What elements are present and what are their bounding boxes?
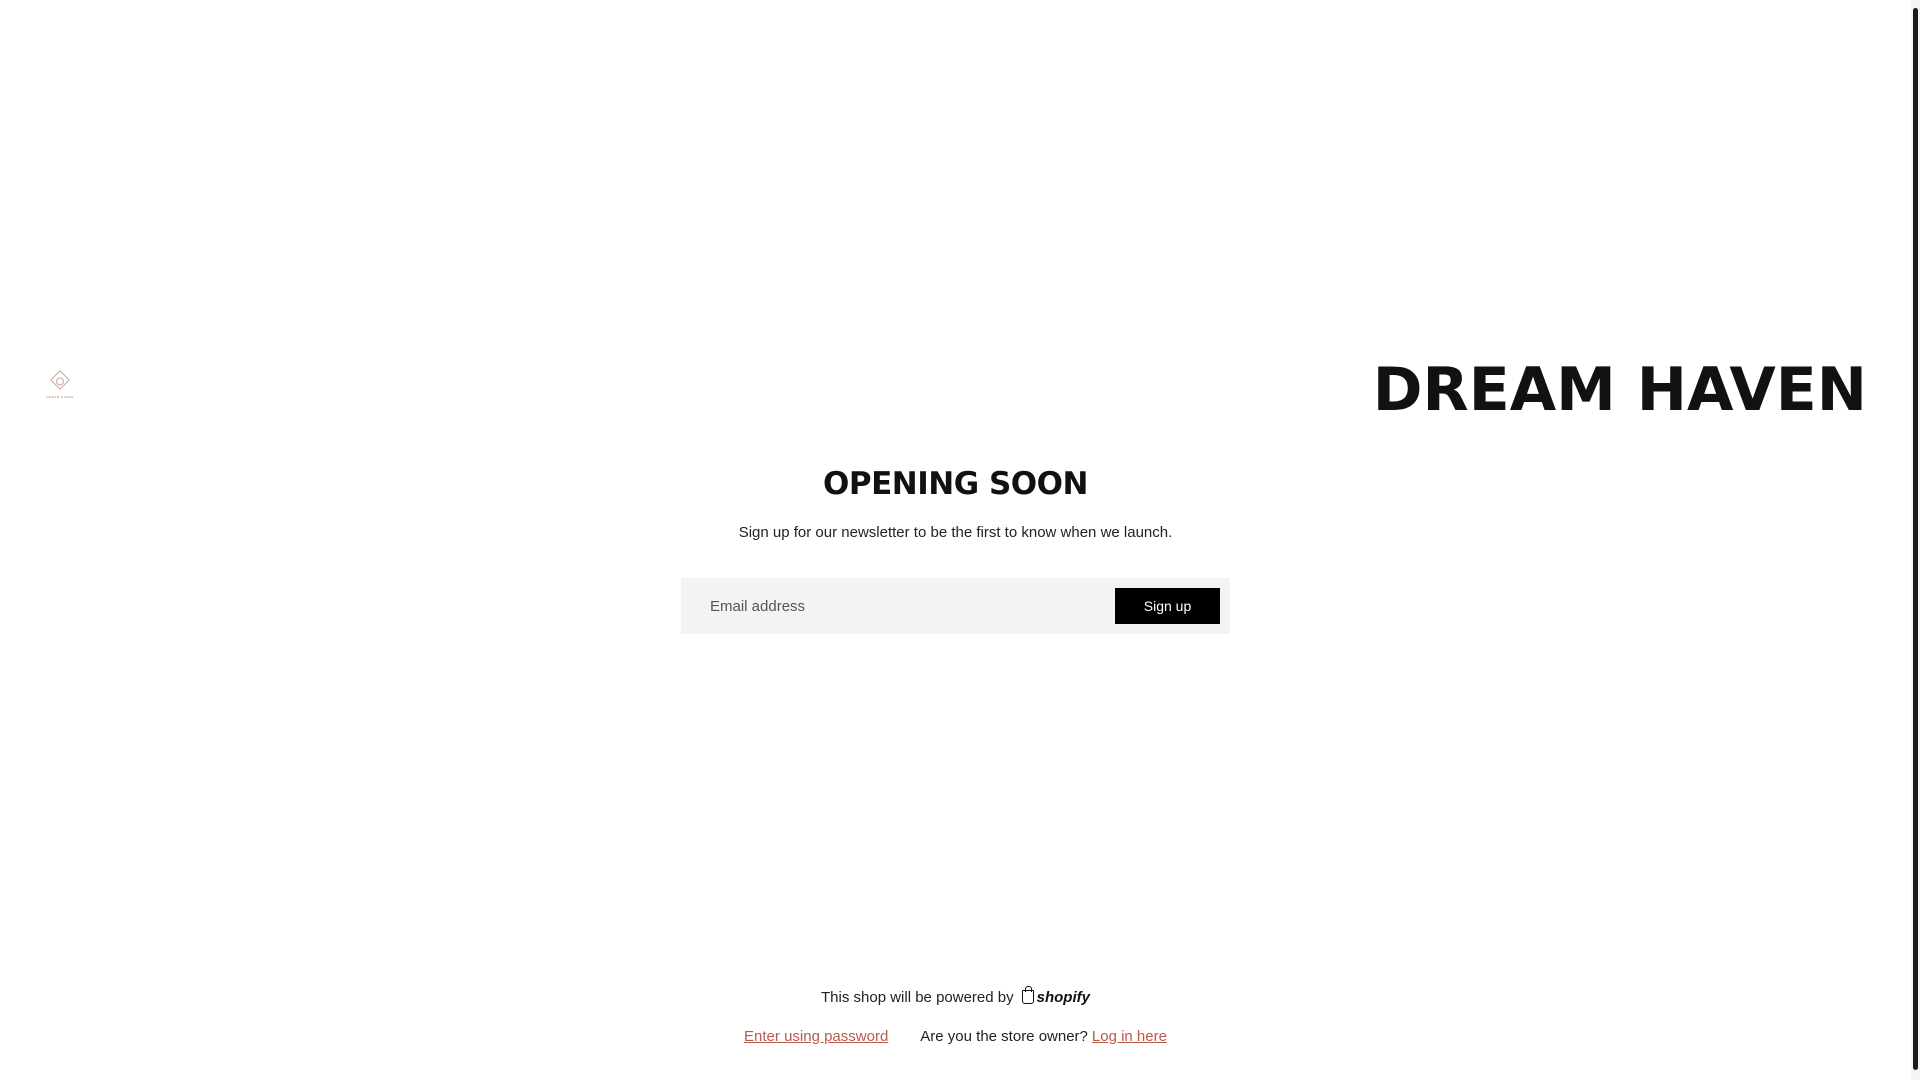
scrollbar[interactable] xyxy=(1911,0,1920,1080)
logo-lettering: DREAM HAVEN xyxy=(46,395,74,399)
scrollbar-thumb[interactable] xyxy=(1913,8,1918,1070)
email-input[interactable] xyxy=(681,578,1111,634)
shopify-logo[interactable]: shopify xyxy=(1021,986,1090,1006)
newsletter-subtext: Sign up for our newsletter to be the fir… xyxy=(738,524,1173,541)
footer-links: Enter using password Are you the store o… xyxy=(0,1025,1911,1047)
powered-by: This shop will be powered by shopify xyxy=(0,985,1911,1009)
password-page: DREAM HAVEN DREAM HAVEN OPENING SOON Sig… xyxy=(0,0,1920,1080)
powered-by-text: This shop will be powered by xyxy=(821,988,1014,1006)
shopify-bag-icon xyxy=(1021,986,1034,1004)
main-content: OPENING SOON Sign up for our newsletter … xyxy=(0,463,1911,543)
dream-haven-logo-icon[interactable]: DREAM HAVEN xyxy=(44,369,76,405)
owner-question: Are you the store owner? xyxy=(920,1027,1088,1045)
enter-password-link[interactable]: Enter using password xyxy=(744,1028,888,1045)
store-owner-login: Are you the store owner? Log in here xyxy=(920,1028,1167,1045)
brand-title: DREAM HAVEN xyxy=(1372,355,1867,425)
logo-diamond-icon xyxy=(50,370,70,390)
sign-up-button[interactable]: Sign up xyxy=(1115,588,1220,624)
newsletter-form: Sign up xyxy=(681,578,1230,634)
page-footer: This shop will be powered by shopify Ent… xyxy=(0,985,1911,1047)
log-in-link[interactable]: Log in here xyxy=(1092,1028,1167,1045)
shopify-wordmark: shopify xyxy=(1036,988,1090,1006)
page-header: DREAM HAVEN DREAM HAVEN xyxy=(0,355,1911,425)
page-heading: OPENING SOON xyxy=(823,466,1088,502)
